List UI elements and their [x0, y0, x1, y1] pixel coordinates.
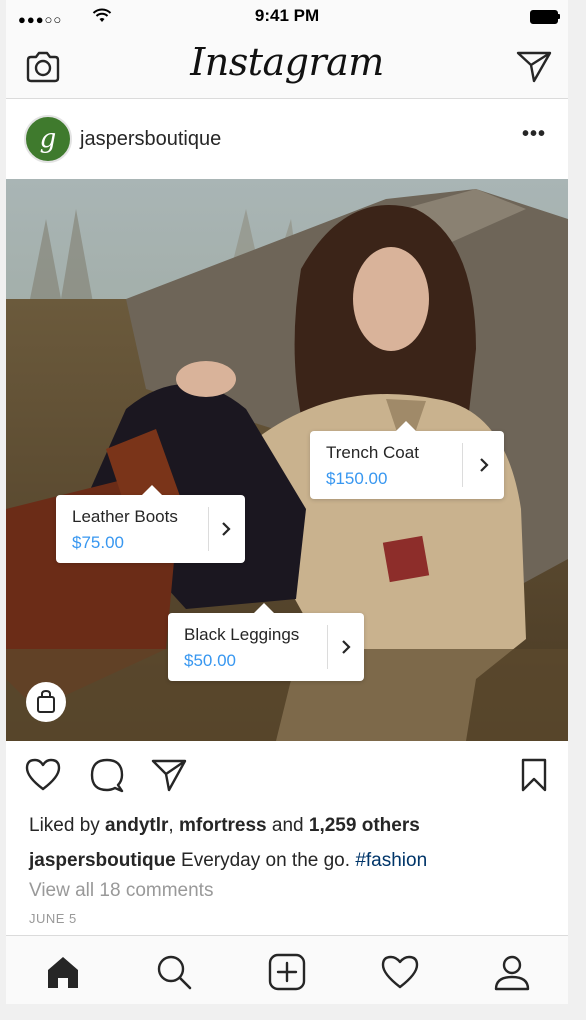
- shopping-bag-button[interactable]: [26, 682, 66, 722]
- avatar-letter: g: [39, 124, 57, 154]
- likes-and: and: [266, 815, 309, 836]
- product-price: $50.00: [184, 651, 236, 670]
- post-date: JUNE 5: [29, 911, 77, 926]
- view-comments-link[interactable]: View all 18 comments: [29, 880, 213, 902]
- top-navigation: Instagram: [6, 36, 568, 99]
- comment-icon[interactable]: [88, 757, 126, 793]
- more-options-icon[interactable]: •••: [522, 123, 546, 146]
- post-actions: [6, 741, 568, 811]
- bottom-tab-bar: [6, 935, 568, 1004]
- battery-icon: [530, 10, 560, 24]
- product-tag-black-leggings[interactable]: Black Leggings $50.00: [168, 603, 364, 681]
- liker-username[interactable]: mfortress: [179, 815, 267, 836]
- post-header: g jaspersboutique •••: [6, 99, 568, 179]
- status-bar: ●●●○○ 9:41 PM: [6, 0, 568, 36]
- bookmark-icon[interactable]: [520, 757, 548, 793]
- caption-text: Everyday on the go.: [175, 850, 356, 871]
- product-name: Trench Coat: [326, 443, 419, 462]
- product-name: Black Leggings: [184, 625, 300, 644]
- chevron-right-icon: [342, 640, 351, 654]
- activity-heart-icon[interactable]: [380, 952, 420, 992]
- heart-icon[interactable]: [24, 757, 62, 793]
- search-icon[interactable]: [154, 952, 194, 992]
- liker-username[interactable]: andytlr: [105, 815, 168, 836]
- avatar[interactable]: g: [24, 115, 72, 163]
- share-icon[interactable]: [150, 757, 188, 793]
- product-name: Leather Boots: [72, 507, 178, 526]
- instagram-logo: Instagram: [190, 40, 384, 84]
- post-photo[interactable]: Trench Coat $150.00 Leather Boots $75.00…: [6, 179, 568, 741]
- product-price: $75.00: [72, 533, 124, 552]
- likes-prefix: Liked by: [29, 815, 106, 836]
- post-username[interactable]: jaspersboutique: [80, 128, 221, 151]
- send-icon[interactable]: [516, 50, 552, 84]
- post-info: Liked by andytlr, mfortress and 1,259 ot…: [6, 811, 568, 935]
- caption-hashtag[interactable]: #fashion: [355, 850, 427, 871]
- chevron-right-icon: [480, 458, 489, 472]
- caption-username[interactable]: jaspersboutique: [29, 850, 176, 871]
- shopping-bag-icon: [37, 689, 55, 713]
- product-tag-leather-boots[interactable]: Leather Boots $75.00: [56, 485, 245, 563]
- likes-separator: ,: [168, 815, 179, 836]
- likes-summary[interactable]: Liked by andytlr, mfortress and 1,259 ot…: [29, 815, 420, 837]
- phone-screen: ●●●○○ 9:41 PM Instagram g jaspersboutiqu…: [6, 0, 568, 1004]
- home-icon[interactable]: [43, 952, 83, 992]
- product-tag-trench-coat[interactable]: Trench Coat $150.00: [310, 421, 504, 499]
- clock: 9:41 PM: [254, 6, 320, 25]
- product-price: $150.00: [326, 469, 388, 488]
- chevron-right-icon: [222, 522, 231, 536]
- profile-icon[interactable]: [492, 952, 532, 992]
- post-caption: jaspersboutique Everyday on the go. #fas…: [29, 850, 427, 872]
- add-icon[interactable]: [267, 952, 307, 992]
- likes-others[interactable]: 1,259 others: [309, 815, 420, 836]
